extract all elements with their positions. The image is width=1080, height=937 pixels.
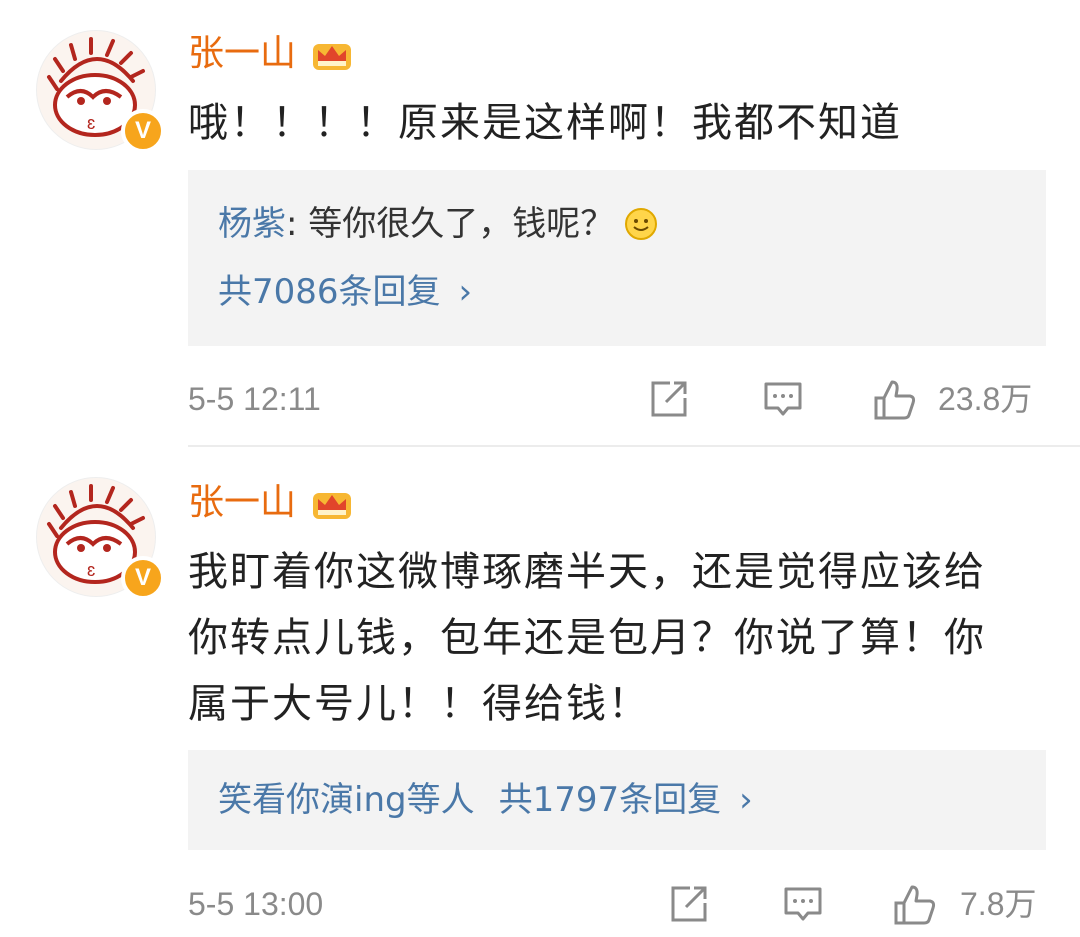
comment-text: 我盯着你这微博琢磨半天，还是觉得应该给 你转点儿钱，包年还是包月？你说了算！你 … xyxy=(188,539,1048,737)
comment-text-line: 你转点儿钱，包年还是包月？你说了算！你 xyxy=(188,615,986,661)
reply-summary-line: 笑看你演ing等人 共1797条回复 › xyxy=(218,778,1046,822)
reply-users[interactable]: 笑看你演ing等人 xyxy=(218,778,475,822)
verified-badge: V xyxy=(121,109,165,153)
avatar[interactable]: ɛ V xyxy=(36,30,165,153)
reply-count-link[interactable]: 共7086条回复 › xyxy=(218,270,1046,314)
share-icon[interactable] xyxy=(668,883,710,925)
reply-preview-box[interactable]: 杨紫 : 等你很久了，钱呢？ 共7086条回复 › xyxy=(188,170,1046,346)
verified-badge: V xyxy=(121,556,165,600)
comment-text-line: 属于大号儿！！得给钱！ xyxy=(188,681,650,727)
timestamp: 5-5 13:00 xyxy=(188,886,324,922)
reply-text: : 等你很久了，钱呢？ xyxy=(286,204,615,244)
avatar[interactable]: ɛ V xyxy=(36,477,165,600)
comment-icon[interactable] xyxy=(782,883,824,925)
chevron-right-icon: › xyxy=(458,272,473,312)
like-count: 7.8万 xyxy=(960,886,1037,922)
author-name[interactable]: 张一山 xyxy=(188,481,296,525)
share-icon[interactable] xyxy=(648,378,690,420)
crown-badge-icon xyxy=(313,44,352,70)
reply-preview-line: 杨紫 : 等你很久了，钱呢？ xyxy=(218,202,1046,246)
reply-count: 共7086条回复 xyxy=(218,272,441,312)
crown-badge-icon xyxy=(313,493,352,519)
like-count: 23.8万 xyxy=(938,381,1033,417)
smile-emoji-icon xyxy=(625,208,658,240)
chevron-right-icon: › xyxy=(739,780,753,820)
comment-text-line: 哦！！！！原来是这样啊！我都不知道 xyxy=(188,100,902,146)
comment-text: 哦！！！！原来是这样啊！我都不知道 xyxy=(188,90,1048,156)
reply-count[interactable]: 共1797条回复 xyxy=(499,778,722,822)
comment-icon[interactable] xyxy=(762,378,804,420)
comment-meta: 5-5 12:11 23.8万 xyxy=(188,374,1048,424)
thumbs-up-icon[interactable] xyxy=(892,883,938,927)
comment-item: ɛ V 张一山 我盯着你这微博琢磨半天，还是觉得应该给 你转点儿钱，包年还是包月… xyxy=(0,447,1080,937)
comment-item: ɛ V 张一山 哦！！！！原来是这样啊！我都不知道 杨紫 : 等你很久了，钱呢？… xyxy=(0,0,1080,445)
svg-text:ɛ: ɛ xyxy=(87,560,95,580)
thumbs-up-icon[interactable] xyxy=(872,378,918,422)
comment-meta: 5-5 13:00 7.8万 xyxy=(188,879,1048,929)
comment-text-line: 我盯着你这微博琢磨半天，还是觉得应该给 xyxy=(188,549,986,595)
reply-user[interactable]: 杨紫 xyxy=(218,202,286,246)
svg-text:ɛ: ɛ xyxy=(87,113,95,133)
author-name[interactable]: 张一山 xyxy=(188,32,296,76)
timestamp: 5-5 12:11 xyxy=(188,381,321,417)
reply-summary-box[interactable]: 笑看你演ing等人 共1797条回复 › xyxy=(188,750,1046,850)
